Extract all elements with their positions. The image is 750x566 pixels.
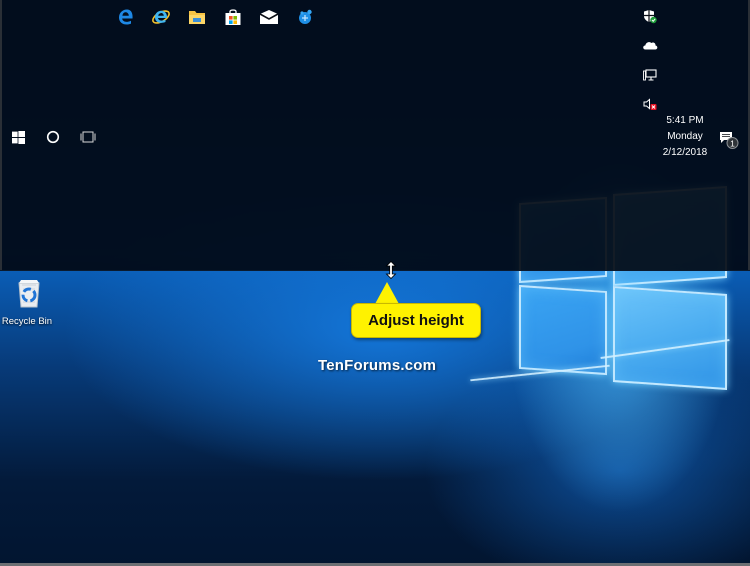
start-button[interactable]	[7, 127, 29, 147]
defender-shield-icon	[644, 9, 657, 23]
pinned-app-store[interactable]	[222, 6, 244, 28]
action-center-button[interactable]: 1	[718, 130, 740, 150]
clock-time: 5:41 PM	[666, 115, 704, 126]
app-icon	[299, 9, 312, 24]
notification-badge: 1	[730, 138, 735, 148]
tray-network[interactable]	[641, 67, 659, 83]
mail-icon	[259, 10, 279, 24]
clock-day: Monday	[667, 131, 703, 142]
callout-pointer	[375, 282, 399, 304]
tray-onedrive[interactable]	[641, 37, 659, 53]
network-icon	[643, 68, 657, 81]
cortana-circle-icon	[46, 130, 60, 144]
windows-logo-icon	[11, 130, 25, 144]
watermark: TenForums.com	[318, 357, 437, 374]
desktop-icon-label: Recycle Bin	[1, 316, 53, 327]
pinned-app-internet-explorer[interactable]	[150, 6, 172, 28]
wallpaper-logo-pane	[519, 284, 607, 376]
pinned-app-file-explorer[interactable]	[186, 6, 208, 28]
desktop-icon-recycle-bin[interactable]: Recycle Bin	[2, 277, 54, 327]
onedrive-cloud-icon	[643, 42, 658, 50]
resize-vertical-icon	[385, 260, 397, 280]
taskbar: 5:41 PM Monday 2/12/2018 1	[0, 0, 750, 271]
edge-icon	[119, 9, 133, 25]
pinned-app-unknown[interactable]	[294, 6, 316, 28]
volume-muted-icon	[643, 97, 657, 110]
file-explorer-icon	[189, 11, 205, 24]
tray-defender[interactable]	[641, 8, 659, 24]
pinned-app-edge[interactable]	[115, 6, 137, 28]
resize-vertical-cursor[interactable]	[385, 260, 397, 280]
task-view-icon	[80, 131, 96, 143]
tray-volume[interactable]	[641, 96, 659, 112]
search-button[interactable]	[42, 127, 64, 147]
taskbar-clock[interactable]: 5:41 PM Monday 2/12/2018	[655, 113, 715, 161]
wallpaper-logo-pane	[613, 286, 727, 390]
action-center-icon: 1	[720, 132, 739, 149]
internet-explorer-icon	[152, 10, 170, 24]
recycle-bin-icon	[18, 280, 40, 308]
pinned-app-mail[interactable]	[258, 6, 280, 28]
clock-date: 2/12/2018	[662, 147, 708, 158]
callout-text: Adjust height	[368, 312, 464, 329]
callout-adjust-height: Adjust height	[351, 303, 481, 338]
store-icon	[225, 9, 241, 25]
task-view-button[interactable]	[77, 127, 99, 147]
